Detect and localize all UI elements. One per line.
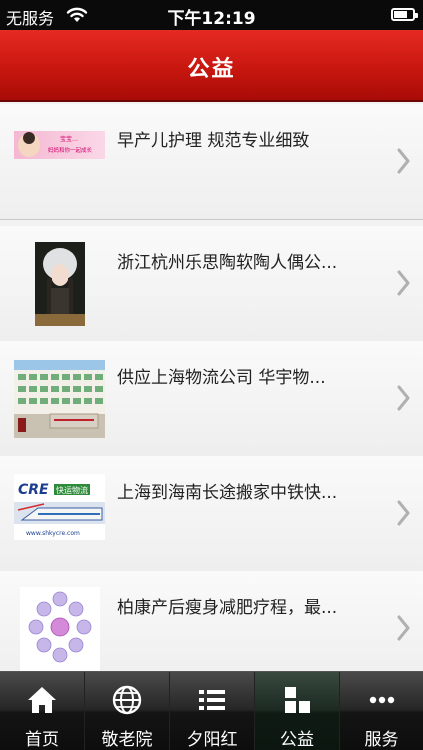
tab-home[interactable]: 首页 xyxy=(0,672,85,750)
globe-icon xyxy=(112,685,142,715)
tab-nursing-home[interactable]: 敬老院 xyxy=(85,672,170,750)
list-item[interactable]: 浙江杭州乐思陶软陶人偶公... xyxy=(0,226,423,342)
nav-bar: 公益 xyxy=(0,30,423,102)
tab-services[interactable]: 服务 xyxy=(340,672,423,750)
tab-label: 敬老院 xyxy=(101,730,153,750)
tab-bar: 首页 敬老院 夕阳红 公益 服务 xyxy=(0,671,423,750)
chevron-right-icon xyxy=(397,270,410,296)
battery-level xyxy=(394,11,407,18)
item-title: 供应上海物流公司 华宇物... xyxy=(117,368,326,388)
battery-icon xyxy=(391,8,418,21)
item-title: 柏康产后瘦身减肥疗程，最... xyxy=(117,598,338,618)
tab-label: 夕阳红 xyxy=(186,730,238,750)
grid-icon xyxy=(285,687,310,713)
chevron-right-icon xyxy=(397,500,410,526)
tab-label: 服务 xyxy=(364,730,399,750)
content-list[interactable]: 宝宝… 妈妈和你一起成长 早产儿护理 规范专业细致 浙江杭州乐思陶软陶人偶公..… xyxy=(0,104,423,671)
thumb-caption-2: 妈妈和你一起成长 xyxy=(48,146,93,154)
tab-label: 公益 xyxy=(280,730,314,750)
tab-label: 首页 xyxy=(25,730,59,750)
crecc-express-thumbnail: CRE 快运物流 www.shkycre.com xyxy=(14,474,105,540)
list-item[interactable]: 供应上海物流公司 华宇物... xyxy=(0,341,423,457)
list-icon xyxy=(199,690,225,710)
list-item[interactable]: CRE 快运物流 www.shkycre.com 上海到海南长途搬家中铁快... xyxy=(0,456,423,572)
tab-sunset[interactable]: 夕阳红 xyxy=(170,672,255,750)
item-title: 上海到海南长途搬家中铁快... xyxy=(117,483,338,503)
status-time: 下午12:19 xyxy=(167,9,256,29)
tab-charity[interactable]: 公益 xyxy=(255,672,340,750)
more-icon xyxy=(369,696,395,704)
thumb-caption-2: 快运物流 xyxy=(56,485,88,495)
logistics-building-thumbnail xyxy=(14,360,105,438)
list-item[interactable]: 柏康产后瘦身减肥疗程，最... xyxy=(0,571,423,671)
home-icon xyxy=(28,687,56,713)
baby-care-thumbnail: 宝宝… 妈妈和你一起成长 xyxy=(14,131,105,159)
item-title: 早产儿护理 规范专业细致 xyxy=(117,131,310,151)
chevron-right-icon xyxy=(397,615,410,641)
chevron-right-icon xyxy=(397,148,410,174)
item-title: 浙江杭州乐思陶软陶人偶公... xyxy=(117,253,338,273)
bubbles-thumbnail xyxy=(20,587,100,671)
thumb-caption-1: 宝宝… xyxy=(60,135,78,143)
list-item[interactable]: 宝宝… 妈妈和你一起成长 早产儿护理 规范专业细致 xyxy=(0,104,423,220)
chevron-right-icon xyxy=(397,385,410,411)
thumb-caption-3: www.shkycre.com xyxy=(26,530,80,537)
thumb-caption-1: CRE xyxy=(18,482,49,498)
clay-doll-thumbnail xyxy=(35,242,85,326)
page-title: 公益 xyxy=(187,57,236,82)
status-bar: 无服务 下午12:19 xyxy=(0,0,423,30)
